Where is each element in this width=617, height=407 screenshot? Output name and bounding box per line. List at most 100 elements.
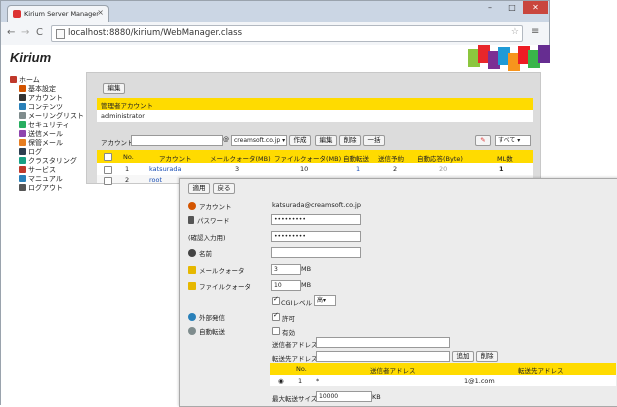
file-quota-unit: MB [301, 281, 312, 289]
row-no: 1 [125, 165, 130, 173]
table-row[interactable]: ◉ 1 * 1@1.com [270, 375, 616, 386]
mail-quota-unit: MB [301, 265, 312, 273]
database-icon [188, 266, 196, 274]
url-text: localhost:8880/kirium/WebManager.class [68, 28, 242, 38]
row-scheduled: 2 [393, 165, 398, 173]
add-button[interactable]: 追加 [452, 351, 474, 362]
col-account: アカウント [159, 155, 192, 163]
select-all-checkbox[interactable] [104, 153, 112, 161]
allow-label: 許可 [282, 315, 295, 323]
mailing-list-icon [19, 112, 26, 119]
security-icon [19, 121, 26, 128]
max-size-unit: KB [372, 393, 381, 401]
pin-icon[interactable]: ✎ [475, 135, 491, 146]
edit-button[interactable]: 編集 [315, 135, 337, 146]
bookmark-star-icon[interactable]: ☆ [511, 27, 519, 37]
service-icon [19, 166, 26, 173]
batch-button[interactable]: 一括 [363, 135, 385, 146]
sender-address-field[interactable] [316, 337, 450, 348]
browser-window: Kirium Server Manager × – □ ✕ ← → C loca… [0, 0, 550, 46]
password-field[interactable]: ••••••••• [271, 214, 361, 225]
filter-select[interactable]: すべて ▾ [495, 135, 531, 146]
row-mail-quota: 3 [235, 165, 240, 173]
home-icon [10, 76, 17, 83]
gear-icon [188, 327, 196, 335]
apply-button[interactable]: 適用 [188, 183, 210, 194]
radio-select[interactable]: ◉ [278, 377, 284, 385]
fwd-row-dest: 1@1.com [464, 377, 495, 385]
tab-close-icon[interactable]: × [97, 8, 104, 17]
kirium-logo: Kirium [10, 50, 52, 65]
back-button[interactable]: 戻る [213, 183, 235, 194]
mail-quota-field[interactable]: 3 [271, 264, 301, 275]
admin-value: administrator [101, 112, 145, 120]
row-account-link[interactable]: katsurada [149, 165, 181, 173]
address-bar[interactable]: localhost:8880/kirium/WebManager.class ☆ [51, 25, 523, 42]
forward-address-label: 転送先アドレス [272, 355, 318, 363]
admin-header: 管理者アカウント [97, 98, 533, 110]
maximize-icon[interactable]: □ [501, 1, 523, 14]
fwd-row-no: 1 [298, 377, 303, 385]
password-confirm-field[interactable]: ••••••••• [271, 231, 361, 242]
max-size-field[interactable]: 10000 [316, 391, 372, 402]
account-search-label: アカウント [101, 139, 134, 147]
row-checkbox[interactable] [104, 166, 112, 174]
account-value: katsurada@creamsoft.co.jp [272, 201, 361, 209]
row-account-link[interactable]: root [149, 176, 162, 184]
password-confirm-label: (確認入力用) [188, 234, 226, 242]
sidebar-item-logout[interactable]: ログアウト [19, 183, 63, 193]
account-search-input[interactable] [131, 135, 223, 146]
enable-label: 有効 [282, 329, 295, 337]
log-icon [19, 148, 26, 155]
user-icon [188, 249, 196, 257]
browser-tab[interactable]: Kirium Server Manager × [7, 5, 109, 23]
toolbar: ← → C localhost:8880/kirium/WebManager.c… [1, 22, 549, 46]
external-send-label: 外部発信 [188, 312, 225, 322]
cgi-checkbox[interactable] [272, 295, 280, 305]
fwd-col-no: No. [296, 365, 307, 373]
allow-checkbox[interactable] [272, 311, 280, 321]
manual-icon [19, 175, 26, 182]
create-button[interactable]: 作成 [289, 135, 311, 146]
admin-header-label: 管理者アカウント [101, 102, 153, 110]
row-file-quota: 10 [300, 165, 309, 173]
row-checkbox[interactable] [104, 177, 112, 185]
admin-edit-button[interactable]: 編集 [103, 83, 125, 94]
account-detail-panel: 適用 戻る アカウント katsurada@creamsoft.co.jp パス… [179, 178, 617, 407]
tab-bar: Kirium Server Manager × – □ ✕ [1, 1, 549, 23]
fwd-col-sender: 送信者アドレス [370, 367, 416, 375]
admin-row: administrator [97, 110, 533, 122]
delete-address-button[interactable]: 削除 [476, 351, 498, 362]
col-ml: ML数 [497, 155, 513, 163]
account-icon [188, 202, 196, 210]
col-scheduled: 送信予約 [378, 155, 404, 163]
account-panel: 編集 管理者アカウント administrator アカウント @ creams… [86, 72, 541, 185]
sender-address-label: 送信者アドレス [272, 341, 318, 349]
domain-select[interactable]: creamsoft.co.jp ▾ [231, 135, 287, 146]
settings-icon [19, 85, 26, 92]
mail-quota-label: メールクォータ [188, 265, 245, 275]
delete-button[interactable]: 削除 [339, 135, 361, 146]
row-forward[interactable]: 1 [356, 165, 360, 173]
file-quota-field[interactable]: 10 [271, 280, 301, 291]
menu-icon[interactable]: ≡ [531, 26, 539, 37]
col-forward: 自動転送 [343, 155, 369, 163]
clustering-icon [19, 157, 26, 164]
cgi-level-select[interactable]: 高▾ [314, 295, 336, 306]
name-field[interactable] [271, 247, 361, 258]
enable-checkbox[interactable] [272, 327, 280, 335]
window-close-icon[interactable]: ✕ [523, 1, 548, 14]
reload-icon[interactable]: C [36, 27, 43, 38]
content-icon [19, 103, 26, 110]
minimize-icon[interactable]: – [479, 1, 501, 14]
forward-icon[interactable]: → [21, 27, 29, 38]
header-decoration [468, 45, 550, 71]
favicon-icon [13, 10, 21, 18]
fwd-col-dest: 転送先アドレス [518, 367, 564, 375]
cgi-label: CGIレベル [281, 299, 312, 307]
account-label: アカウント [188, 201, 232, 211]
back-icon[interactable]: ← [7, 27, 15, 38]
max-size-label: 最大転送サイズ [272, 395, 318, 403]
table-row[interactable]: 1 katsurada 3 10 1 2 20 1 [97, 163, 533, 175]
forward-address-field[interactable] [316, 351, 450, 362]
